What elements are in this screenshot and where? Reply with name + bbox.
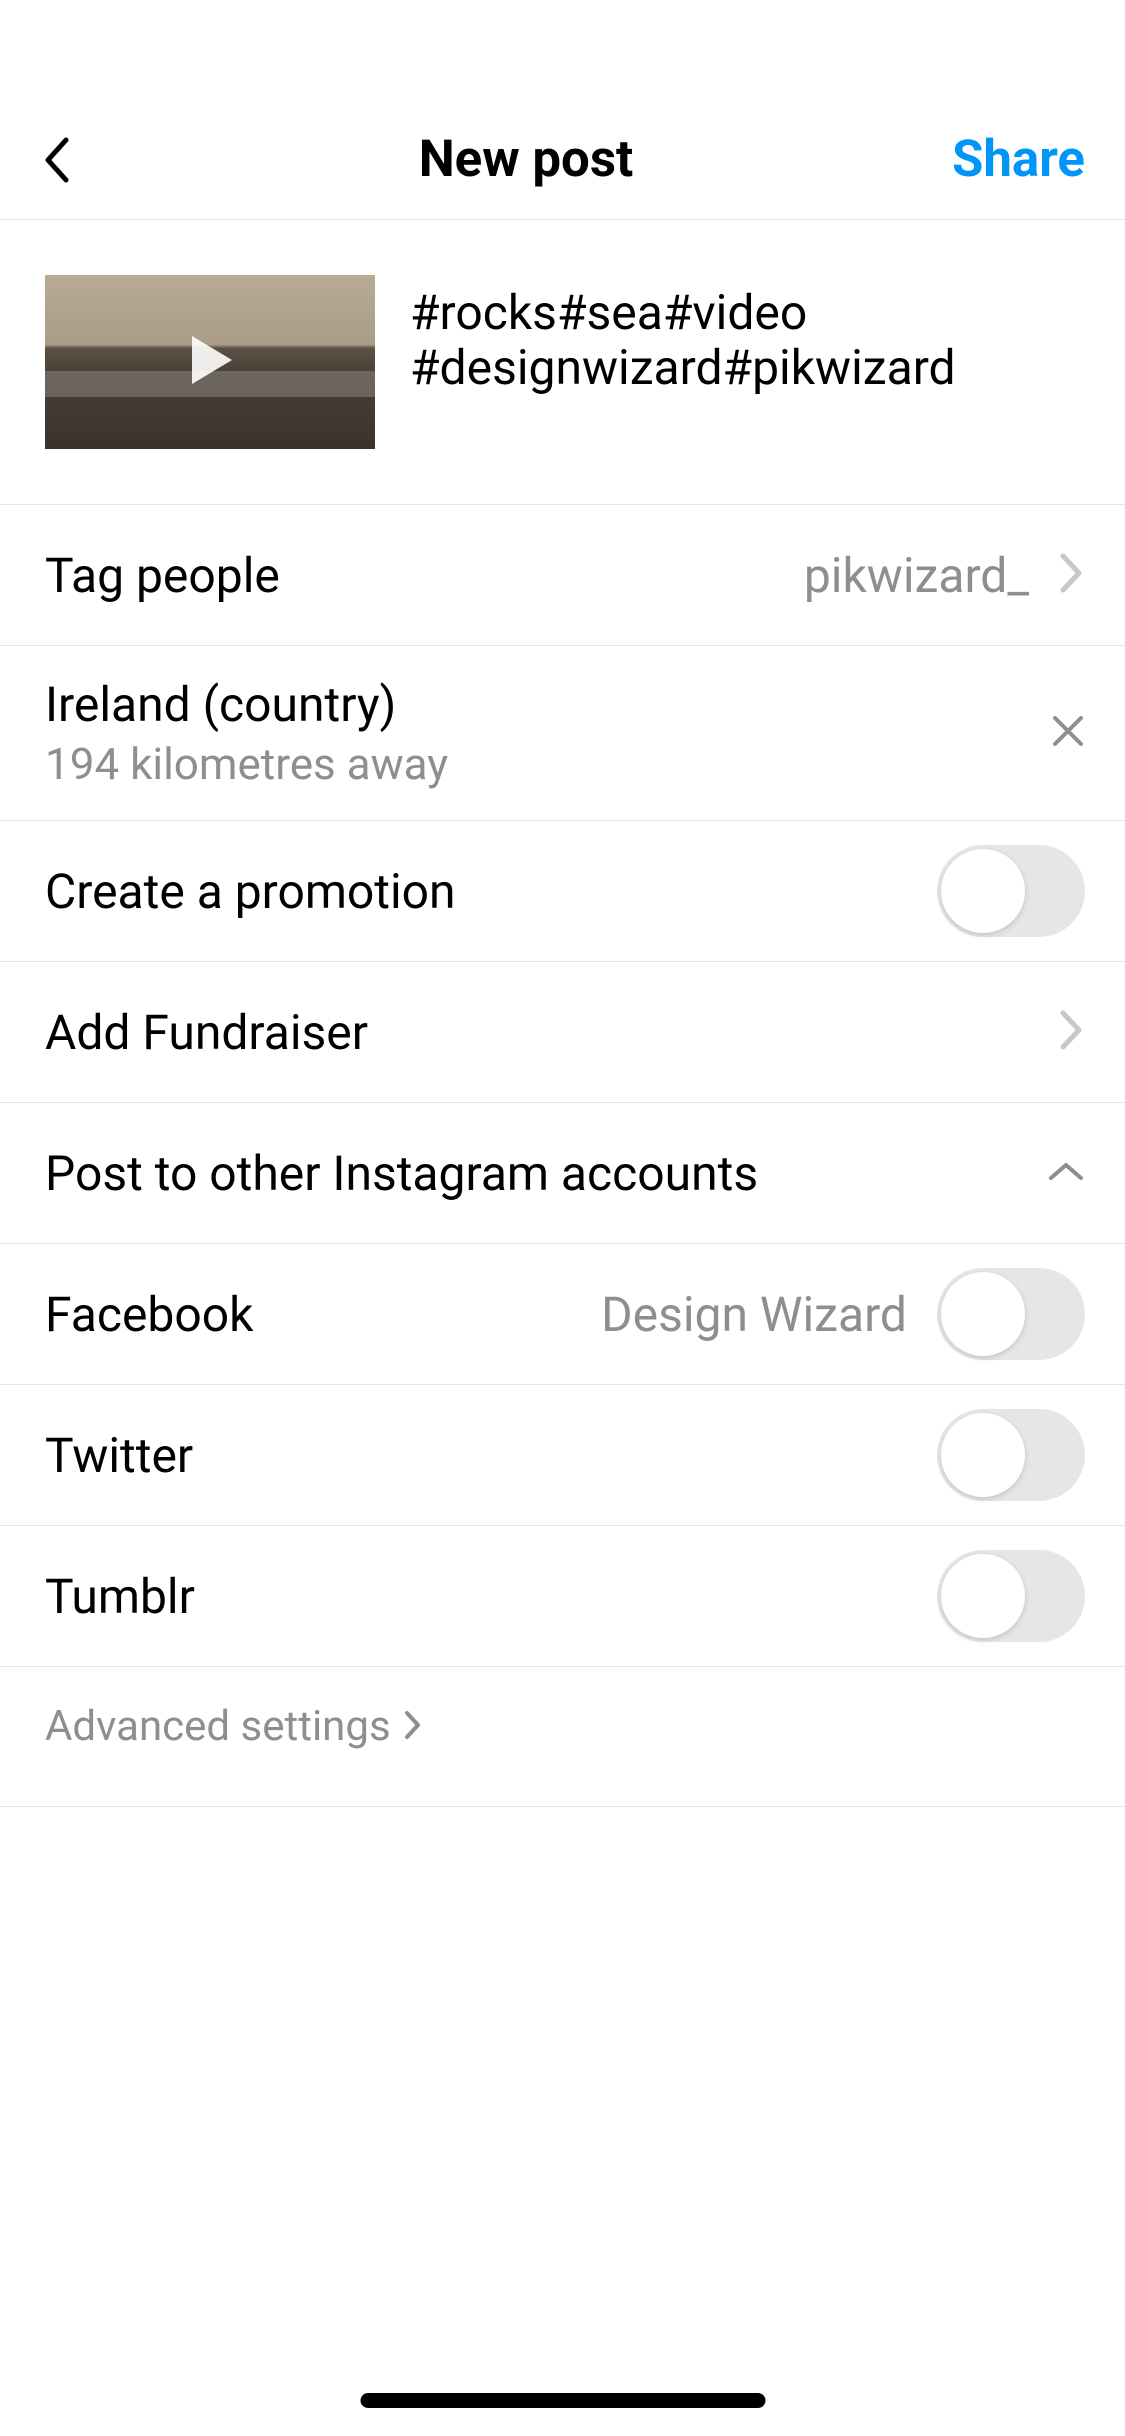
location-name: Ireland (country) — [45, 676, 448, 733]
tumblr-toggle[interactable] — [937, 1550, 1085, 1642]
media-thumbnail[interactable] — [45, 275, 375, 449]
tag-people-value: pikwizard_ — [804, 547, 1029, 604]
twitter-label: Twitter — [45, 1427, 193, 1484]
play-icon — [180, 330, 240, 394]
other-accounts-label: Post to other Instagram accounts — [45, 1145, 758, 1202]
facebook-account: Design Wizard — [601, 1286, 907, 1343]
promotion-label: Create a promotion — [45, 863, 456, 920]
advanced-settings-label: Advanced settings — [45, 1702, 391, 1751]
fundraiser-row[interactable]: Add Fundraiser — [0, 962, 1125, 1103]
tumblr-row: Tumblr — [0, 1526, 1125, 1667]
chevron-up-icon — [1047, 1159, 1085, 1187]
twitter-row: Twitter — [0, 1385, 1125, 1526]
advanced-settings-row[interactable]: Advanced settings — [0, 1667, 1125, 1807]
home-indicator[interactable] — [360, 2393, 765, 2408]
share-button[interactable]: Share — [952, 130, 1085, 189]
facebook-right: Design Wizard — [601, 1268, 1085, 1360]
promotion-row: Create a promotion — [0, 821, 1125, 962]
header-bar: New post Share — [0, 130, 1125, 220]
location-info: Ireland (country) 194 kilometres away — [45, 676, 448, 790]
close-icon — [1051, 714, 1085, 748]
page-title: New post — [419, 130, 634, 189]
status-bar-space — [0, 0, 1125, 130]
other-accounts-row[interactable]: Post to other Instagram accounts — [0, 1103, 1125, 1244]
location-row[interactable]: Ireland (country) 194 kilometres away — [0, 646, 1125, 821]
caption-text[interactable]: #rocks#sea#video #designwizard#pikwizard — [410, 275, 956, 395]
tag-people-right: pikwizard_ — [804, 547, 1085, 604]
fundraiser-label: Add Fundraiser — [45, 1004, 368, 1061]
facebook-label: Facebook — [45, 1286, 253, 1343]
facebook-row: Facebook Design Wizard — [0, 1244, 1125, 1385]
chevron-left-icon — [40, 136, 76, 184]
chevron-right-icon — [1059, 552, 1085, 598]
facebook-toggle[interactable] — [937, 1268, 1085, 1360]
tag-people-label: Tag people — [45, 547, 280, 604]
location-distance: 194 kilometres away — [45, 738, 448, 790]
tag-people-row[interactable]: Tag people pikwizard_ — [0, 505, 1125, 646]
chevron-right-icon — [403, 1709, 423, 1745]
back-button[interactable] — [40, 136, 100, 184]
tumblr-label: Tumblr — [45, 1568, 195, 1625]
caption-row[interactable]: #rocks#sea#video #designwizard#pikwizard — [0, 220, 1125, 505]
twitter-toggle[interactable] — [937, 1409, 1085, 1501]
chevron-right-icon — [1059, 1009, 1085, 1055]
fundraiser-right — [1059, 1009, 1085, 1055]
remove-location-button[interactable] — [1051, 714, 1085, 752]
promotion-toggle[interactable] — [937, 845, 1085, 937]
